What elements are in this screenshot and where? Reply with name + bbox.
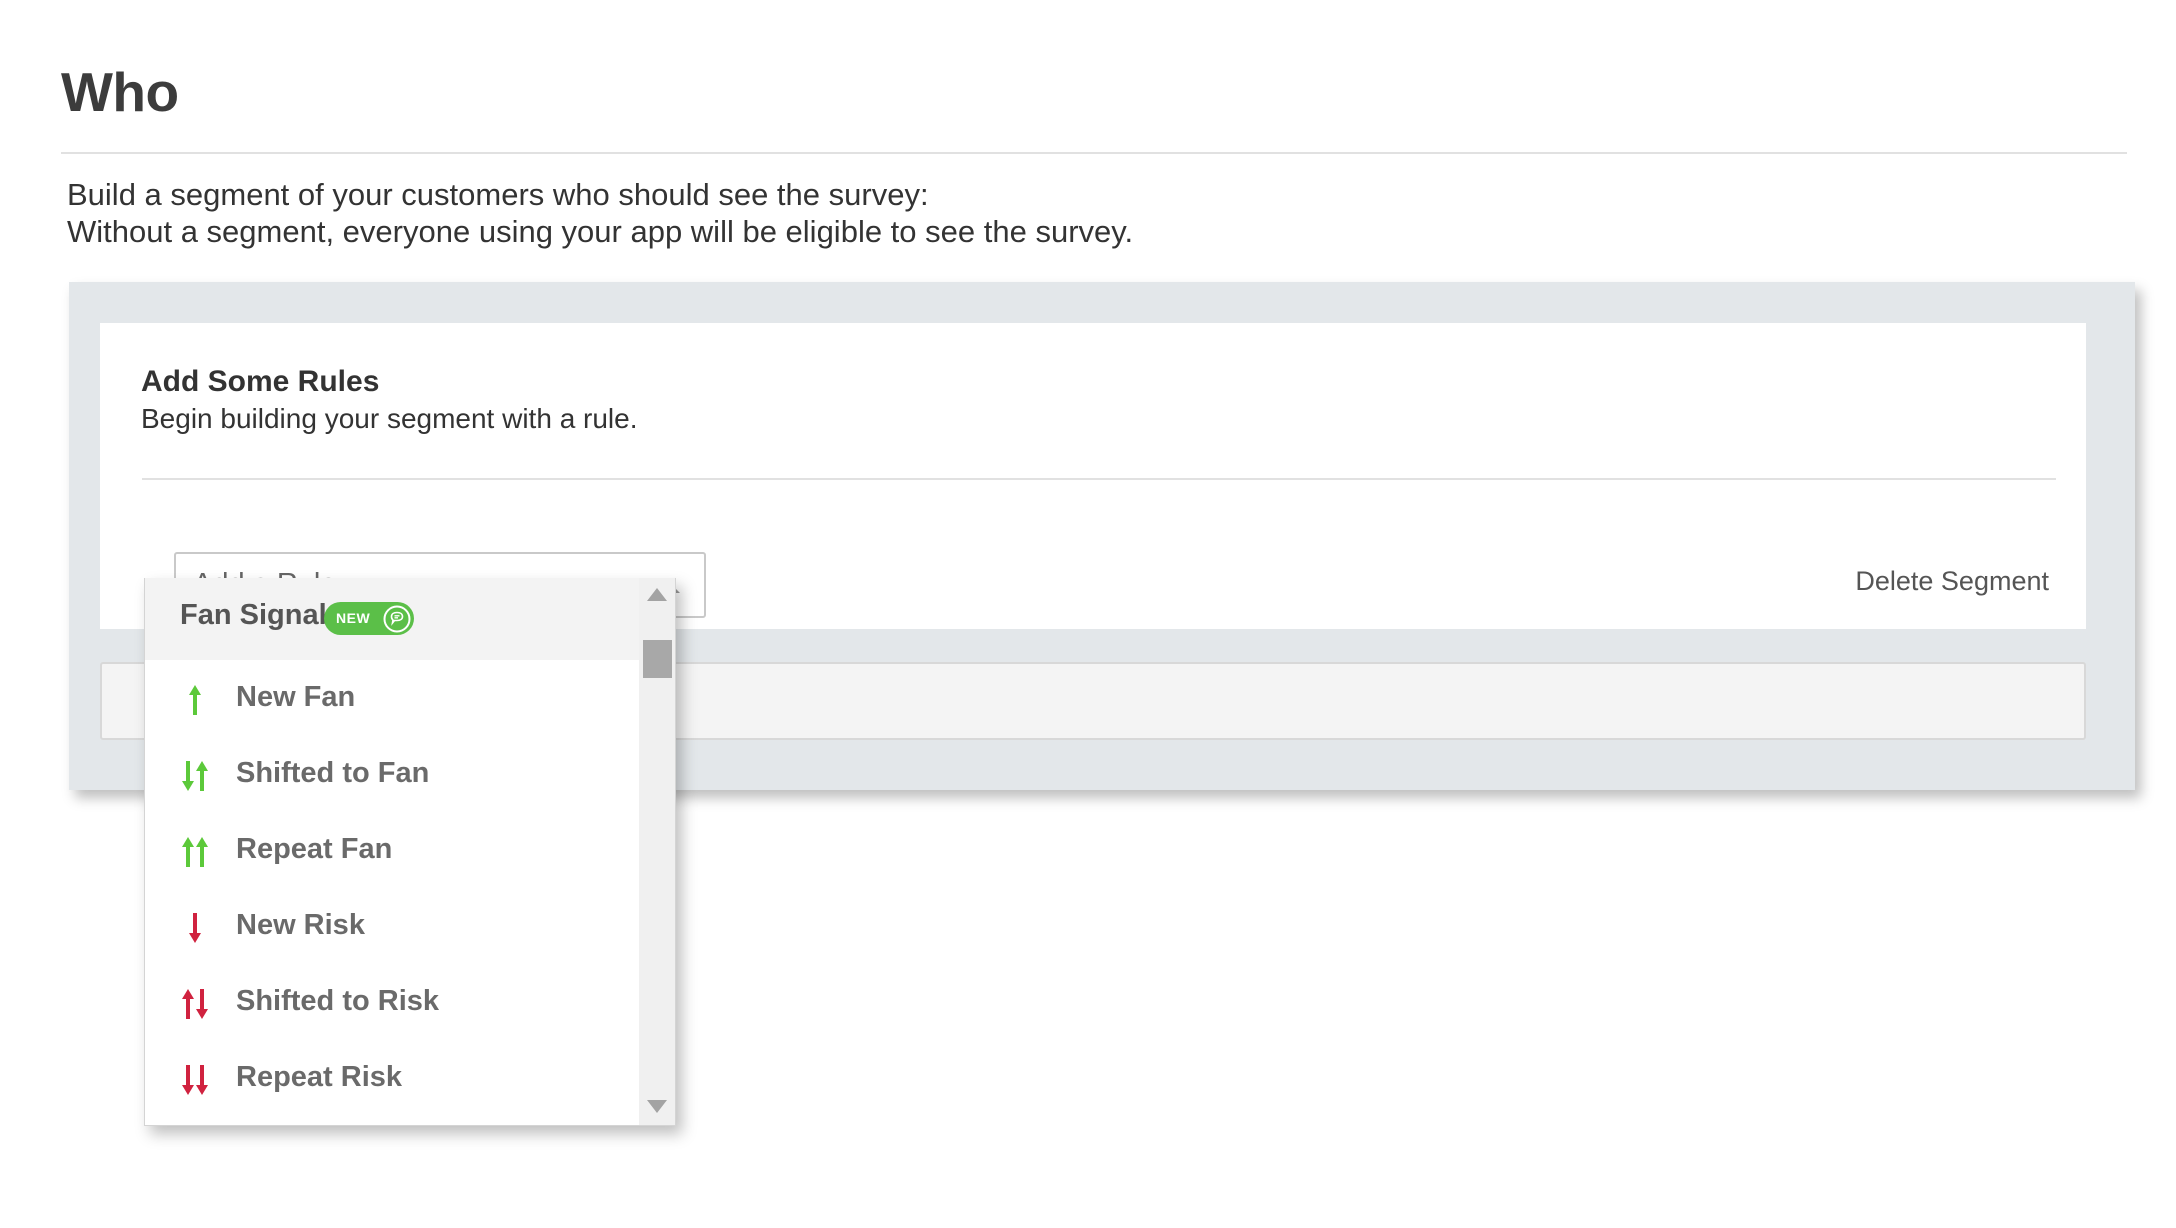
option-shifted-to-risk[interactable]: Shifted to Risk	[145, 966, 640, 1042]
double-arrow-up-icon	[182, 837, 208, 867]
intro-text: Build a segment of your customers who sh…	[67, 176, 1133, 250]
scrollbar-thumb[interactable]	[643, 640, 672, 678]
option-label: Shifted to Risk	[236, 985, 440, 1017]
option-label: Repeat Risk	[236, 1061, 403, 1093]
arrow-down-icon	[189, 913, 201, 943]
new-badge-label: NEW	[336, 610, 371, 626]
title-divider	[61, 152, 2127, 154]
option-label: Shifted to Fan	[236, 757, 430, 789]
page-title: Who	[61, 61, 179, 123]
double-arrow-down-icon	[182, 1065, 208, 1095]
rules-subtitle: Begin building your segment with a rule.	[141, 403, 638, 434]
intro-line: Without a segment, everyone using your a…	[67, 214, 1134, 249]
arrow-down-up-icon	[182, 761, 208, 791]
option-repeat-fan[interactable]: Repeat Fan	[145, 814, 640, 890]
group-header-fan-signals: Fan Signals NEW	[145, 578, 640, 660]
option-label: Repeat Fan	[236, 833, 393, 865]
card-divider	[142, 478, 2056, 480]
new-badge: NEW	[324, 602, 414, 635]
option-repeat-risk[interactable]: Repeat Risk	[145, 1042, 640, 1118]
option-label: New Fan	[236, 681, 356, 713]
option-new-fan[interactable]: New Fan	[145, 662, 640, 738]
option-shifted-to-fan[interactable]: Shifted to Fan	[145, 738, 640, 814]
arrow-up-down-icon	[182, 989, 208, 1019]
option-new-risk[interactable]: New Risk	[145, 890, 640, 966]
arrow-up-icon	[189, 685, 201, 715]
delete-segment-link[interactable]: Delete Segment	[1855, 566, 2049, 597]
scroll-down-arrow-icon[interactable]	[647, 1100, 667, 1113]
chat-bubble-icon	[383, 605, 411, 633]
group-label: Fan Signals	[180, 599, 343, 631]
scroll-up-arrow-icon[interactable]	[647, 588, 667, 601]
option-label: New Risk	[236, 909, 365, 941]
rule-dropdown-menu: Fan Signals NEW New Fan Shifted to Fan R…	[144, 578, 676, 1126]
dropdown-scrollbar[interactable]	[639, 578, 675, 1125]
intro-line: Build a segment of your customers who sh…	[67, 177, 929, 212]
rules-title: Add Some Rules	[141, 365, 380, 398]
